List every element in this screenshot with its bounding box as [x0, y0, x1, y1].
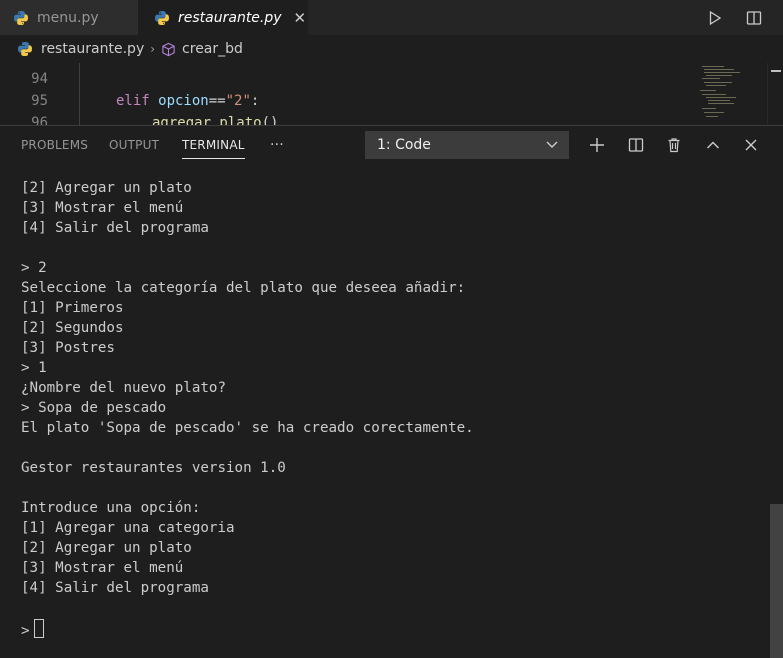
terminal-scrollbar-thumb[interactable]: [770, 504, 783, 658]
code-line: 94: [0, 68, 700, 90]
operator: ==: [208, 93, 226, 109]
terminal-line: [3] Postres: [21, 340, 115, 356]
breadcrumb-symbol[interactable]: crear_bd: [182, 41, 243, 57]
scroll-position-marker: [771, 70, 781, 72]
tab-output[interactable]: OUTPUT: [109, 126, 159, 164]
breadcrumb-separator: ›: [150, 42, 156, 56]
add-terminal-icon[interactable]: [587, 135, 607, 155]
terminal-line: El plato 'Sopa de pescado' se ha creado …: [21, 420, 474, 436]
terminal-line: [4] Salir del programa: [21, 220, 209, 236]
minimap[interactable]: [698, 63, 758, 125]
terminal-line: Introduce una opción:: [21, 500, 201, 516]
terminal-line: Seleccione la categoría del plato que de…: [21, 280, 466, 296]
panel-header: PROBLEMS OUTPUT TERMINAL ··· 1: Code: [0, 126, 783, 164]
cube-icon: [162, 42, 175, 56]
terminal-line: [4] Salir del programa: [21, 580, 209, 596]
tab-restaurante-py[interactable]: restaurante.py ✕: [138, 0, 308, 35]
editor-scrollbar[interactable]: [767, 63, 783, 125]
breadcrumb-file[interactable]: restaurante.py: [41, 41, 144, 57]
terminal-cursor: [33, 619, 44, 638]
code-line: 95 elif opcion=="2":: [0, 90, 700, 112]
maximize-panel-icon[interactable]: [703, 135, 723, 155]
split-terminal-icon[interactable]: [626, 135, 646, 155]
code-text: agregar_plato(): [152, 115, 278, 125]
terminal-line: [2] Segundos: [21, 320, 124, 336]
tab-label: menu.py: [37, 9, 99, 26]
terminal-line: [3] Mostrar el menú: [21, 200, 184, 216]
terminal-line: > 1: [21, 360, 47, 376]
python-icon: [14, 10, 28, 25]
terminal-line: > Sopa de pescado: [21, 400, 167, 416]
terminal-line: ¿Nombre del nuevo plato?: [21, 380, 226, 396]
variable: opcion: [149, 93, 209, 109]
terminal-line: [1] Primeros: [21, 300, 124, 316]
python-icon: [18, 42, 32, 56]
code-editor[interactable]: 94 95 elif opcion=="2": 96 agregar_plato…: [0, 63, 783, 125]
line-number: 94: [31, 71, 48, 87]
line-number: 96: [31, 115, 48, 125]
run-icon[interactable]: [705, 8, 725, 28]
terminal-line: Gestor restaurantes version 1.0: [21, 460, 286, 476]
terminal-line: [3] Mostrar el menú: [21, 560, 184, 576]
breadcrumb: restaurante.py › crear_bd: [0, 35, 783, 63]
terminal-scrollbar[interactable]: [770, 164, 783, 658]
string-literal: "2": [225, 93, 251, 109]
python-icon: [155, 10, 169, 25]
chevron-down-icon: [546, 141, 558, 148]
code-line: 96 agregar_plato(): [0, 112, 700, 125]
terminal-line: [2] Agregar un plato: [21, 180, 192, 196]
terminal-select[interactable]: 1: Code: [365, 131, 569, 159]
trash-icon[interactable]: [664, 135, 684, 155]
terminal-select-value: 1: Code: [377, 137, 431, 153]
tab-label: restaurante.py: [178, 9, 282, 26]
code-text: elif opcion=="2":: [116, 93, 259, 109]
tab-menu-py[interactable]: menu.py: [0, 0, 138, 35]
function-call: agregar_plato: [152, 115, 262, 125]
terminal-output[interactable]: [2] Agregar un plato [3] Mostrar el menú…: [0, 164, 770, 658]
keyword: elif: [116, 93, 150, 109]
parentheses: (): [261, 115, 279, 125]
terminal-line: [1] Agregar una categoria: [21, 520, 235, 536]
terminal-prompt-line[interactable]: >: [21, 619, 44, 639]
terminal-prompt: >: [21, 623, 30, 639]
terminal-line: [2] Agregar un plato: [21, 540, 192, 556]
more-actions-icon[interactable]: ···: [270, 126, 284, 164]
split-editor-icon[interactable]: [744, 8, 764, 28]
close-panel-icon[interactable]: [741, 135, 761, 155]
line-number: 95: [31, 93, 48, 109]
colon: :: [250, 93, 260, 109]
tab-problems[interactable]: PROBLEMS: [21, 126, 88, 164]
tab-terminal[interactable]: TERMINAL: [182, 126, 245, 164]
terminal-line: > 2: [21, 260, 47, 276]
editor-tab-bar: menu.py restaurante.py ✕: [0, 0, 783, 35]
close-icon[interactable]: ✕: [294, 9, 307, 27]
editor-actions: [705, 0, 783, 35]
